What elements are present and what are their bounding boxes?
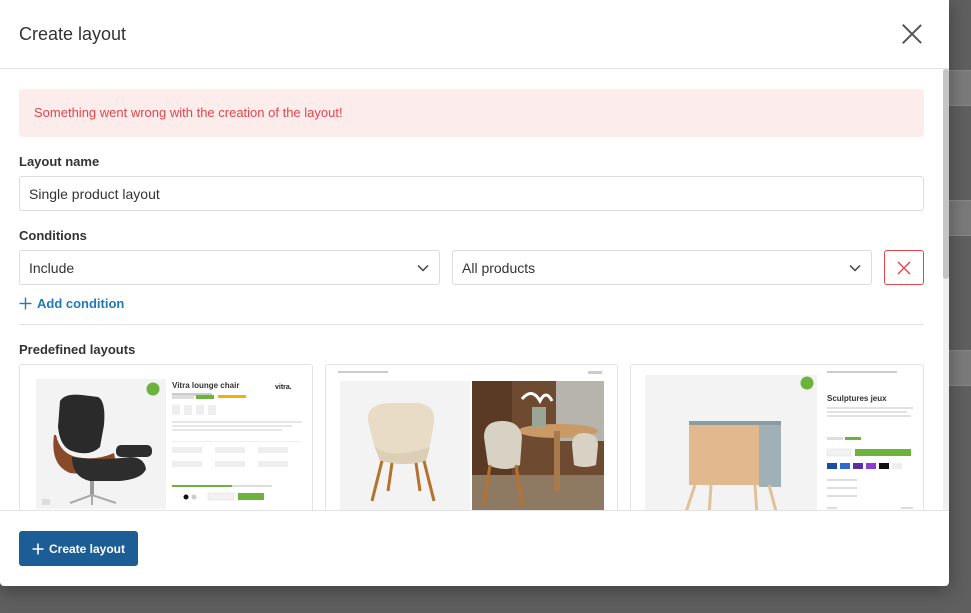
card-3-title: Sculptures jeux xyxy=(827,394,887,403)
plus-icon xyxy=(19,297,32,310)
modal-header: Create layout xyxy=(0,0,949,69)
scrollbar-thumb[interactable] xyxy=(943,69,949,279)
include-select[interactable]: Include xyxy=(19,250,440,285)
card-1-brand: vitra. xyxy=(275,384,292,391)
modal-footer: Create layout xyxy=(0,510,949,586)
chevron-down-icon xyxy=(417,264,429,272)
backdrop-element xyxy=(949,350,971,386)
card-1-title: Vitra lounge chair xyxy=(172,381,239,390)
predefined-layouts-list: Vitra lounge chair vitra. Sculptures jeu… xyxy=(19,364,925,510)
error-alert: Something went wrong with the creation o… xyxy=(19,89,924,137)
add-condition-label: Add condition xyxy=(37,296,125,311)
create-layout-label: Create layout xyxy=(48,541,126,556)
add-condition-button[interactable]: Add condition xyxy=(19,296,924,325)
layout-card-2[interactable] xyxy=(324,364,619,510)
products-select[interactable]: All products xyxy=(452,250,872,285)
dining-chair-preview xyxy=(325,365,618,510)
products-select-value: All products xyxy=(462,259,536,276)
backdrop-element xyxy=(949,200,971,236)
layout-card-3[interactable]: Sculptures jeux xyxy=(630,364,925,510)
predefined-layouts-label: Predefined layouts xyxy=(19,342,136,357)
conditions-label: Conditions xyxy=(19,228,87,243)
lounge-chair-preview: Vitra lounge chair vitra. xyxy=(20,365,312,510)
condition-row: Include All products xyxy=(19,250,924,285)
layout-name-input[interactable] xyxy=(19,176,924,211)
remove-condition-button[interactable] xyxy=(884,250,924,285)
modal-scrollbar[interactable] xyxy=(943,69,949,510)
layout-name-label: Layout name xyxy=(19,154,100,169)
modal-body: Something went wrong with the creation o… xyxy=(0,69,943,510)
include-select-value: Include xyxy=(29,259,75,276)
close-icon[interactable] xyxy=(901,23,923,45)
x-icon xyxy=(897,261,911,274)
backdrop-element xyxy=(949,70,971,106)
layout-card-1[interactable]: Vitra lounge chair vitra. xyxy=(19,364,313,510)
chevron-down-icon xyxy=(849,264,861,272)
desk-preview: Sculptures jeux xyxy=(631,365,924,510)
modal-title: Create layout xyxy=(19,23,127,44)
plus-icon xyxy=(32,543,44,554)
create-layout-button[interactable]: Create layout xyxy=(19,531,138,566)
create-layout-modal: Create layout Something went wrong with … xyxy=(0,0,949,586)
